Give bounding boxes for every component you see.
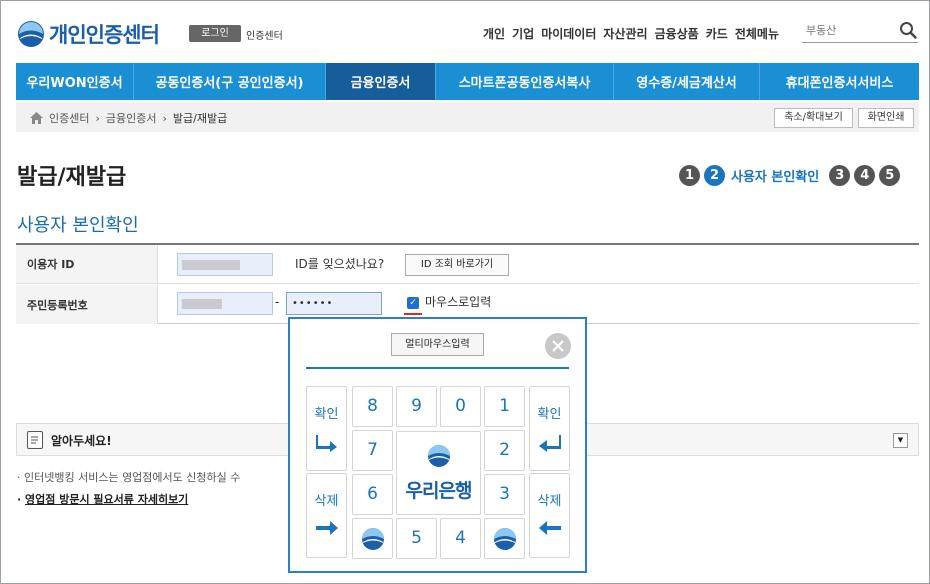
woori-logo-icon — [362, 528, 384, 550]
notice-link[interactable]: · 영업점 방문시 필요서류 자세히보기 — [17, 491, 188, 507]
delete-label: 삭제 — [537, 494, 562, 509]
nav-woori-won[interactable]: 우리WON인증서 — [16, 63, 134, 100]
step-indicator: 1 2 사용자 본인확인 3 4 5 — [679, 165, 901, 186]
search-box — [802, 19, 918, 43]
identity-form: 이용자 ID ID를 잊으셨나요? ID 조회 바로가기 주민등록번호 - ••… — [16, 243, 919, 324]
step-label: 사용자 본인확인 — [731, 170, 820, 185]
confirm-label: 확인 — [314, 407, 339, 422]
expand-toggle-icon[interactable]: ▼ — [893, 433, 908, 448]
enter-arrow-icon — [538, 435, 561, 452]
id-lookup-button[interactable]: ID 조회 바로가기 — [405, 254, 509, 276]
top-menu-mydata[interactable]: 마이데이터 — [541, 25, 596, 42]
rrn-separator: - — [275, 295, 280, 309]
keypad-key[interactable]: 3 — [484, 474, 525, 515]
confirm-key-left[interactable]: 확인 — [306, 386, 347, 471]
top-menu-products[interactable]: 금융상품 — [655, 25, 699, 42]
print-button[interactable]: 화면인쇄 — [858, 108, 914, 128]
required-docs-link[interactable]: 영업점 방문시 필요서류 자세히보기 — [25, 493, 188, 506]
top-menu-card[interactable]: 카드 — [706, 25, 728, 42]
rrn-back-input[interactable]: •••••• — [286, 292, 382, 315]
nav-receipt[interactable]: 영수증/세금계산서 — [614, 63, 760, 100]
document-icon — [27, 431, 43, 449]
step-5: 5 — [879, 165, 901, 186]
user-id-label: 이용자 ID — [16, 245, 158, 283]
keypad-key[interactable]: 5 — [396, 518, 437, 559]
arrow-left-icon — [538, 521, 561, 535]
bank-logo-center: 우리은행 — [396, 431, 481, 515]
nav-joint-cert[interactable]: 공동인증서(구 공인인증서) — [134, 63, 326, 100]
notice-bullet: · 인터넷뱅킹 서비스는 영업점에서도 신청하실 수 — [17, 471, 241, 484]
notice-title: 알아두세요! — [51, 434, 112, 448]
woori-logo[interactable]: 개인인증센터 — [17, 19, 160, 49]
keypad-key[interactable]: 4 — [440, 518, 481, 559]
keypad-key[interactable]: 1 — [484, 386, 525, 427]
top-menu-personal[interactable]: 개인 — [483, 25, 505, 42]
login-button[interactable]: 로그인 — [189, 25, 241, 42]
browser-frame: { "header": { "logo_text": "개인인증센터", "lo… — [0, 0, 930, 584]
woori-logo-icon — [494, 528, 516, 550]
breadcrumb-bar: 인증센터 › 금융인증서 › 발급/재발급 축소/확대보기 화면인쇄 — [16, 102, 919, 132]
breadcrumb-current: 발급/재발급 — [172, 112, 228, 125]
top-menu: 개인 기업 마이데이터 자산관리 금융상품 카드 전체메뉴 — [483, 25, 779, 42]
logo-text: 개인인증센터 — [49, 23, 160, 47]
user-id-input[interactable] — [177, 253, 273, 276]
search-icon[interactable] — [899, 21, 917, 39]
breadcrumb-item[interactable]: 인증센터 — [49, 110, 89, 126]
nav-smartphone-copy[interactable]: 스마트폰공동인증서복사 — [436, 63, 614, 100]
bank-name: 우리은행 — [405, 480, 473, 502]
home-icon[interactable] — [30, 112, 43, 124]
keypad-key[interactable]: 2 — [484, 430, 525, 471]
section-title: 사용자 본인확인 — [17, 215, 139, 236]
woori-logo-icon — [18, 21, 44, 47]
delete-key-right[interactable]: 삭제 — [529, 473, 570, 558]
breadcrumb-item[interactable]: 금융인증서 — [106, 110, 157, 126]
close-icon[interactable] — [545, 333, 571, 359]
arrow-corner-right-icon — [315, 435, 337, 452]
delete-label: 삭제 — [314, 494, 339, 509]
woori-logo-icon — [427, 445, 450, 467]
keypad-key[interactable]: 7 — [352, 430, 393, 471]
masked-value — [182, 260, 240, 270]
center-label: 인증센터 — [246, 31, 283, 42]
breadcrumb: 인증센터 › 금융인증서 › 발급/재발급 — [30, 110, 227, 126]
step-1: 1 — [679, 165, 700, 186]
keypad-key[interactable]: 6 — [352, 474, 393, 515]
keypad-key[interactable]: 0 — [440, 386, 481, 427]
top-menu-business[interactable]: 기업 — [512, 25, 534, 42]
confirm-label: 확인 — [537, 407, 562, 422]
step-3: 3 — [829, 165, 851, 186]
checkbox-highlight — [404, 313, 422, 315]
nav-financial-cert[interactable]: 금융인증서 — [326, 63, 436, 100]
mouse-keypad: 멀티마우스입력 확인 삭제 확인 삭제 8 9 0 1 7 2 6 3 5 4 … — [288, 317, 587, 573]
keypad-key[interactable]: 9 — [396, 386, 437, 427]
search-input[interactable] — [806, 20, 892, 40]
step-2: 2 — [704, 165, 725, 186]
mouse-input-checkbox[interactable]: ✓ — [407, 297, 419, 309]
nav-phone-cert[interactable]: 휴대폰인증서서비스 — [760, 63, 919, 100]
step-4: 4 — [854, 165, 876, 186]
masked-value — [182, 299, 222, 309]
rrn-front-input[interactable] — [177, 292, 273, 315]
rrn-label: 주민등록번호 — [16, 285, 158, 324]
user-id-row: 이용자 ID ID를 잊으셨나요? ID 조회 바로가기 — [16, 245, 919, 284]
zoom-button[interactable]: 축소/확대보기 — [774, 108, 853, 128]
arrow-right-icon — [315, 521, 338, 535]
chevron-right-icon: › — [95, 111, 100, 125]
blank-logo-key[interactable] — [352, 518, 393, 559]
multi-mouse-button[interactable]: 멀티마우스입력 — [391, 333, 484, 356]
blank-logo-key[interactable] — [484, 518, 525, 559]
page-title: 발급/재발급 — [17, 165, 127, 190]
top-menu-all[interactable]: 전체메뉴 — [735, 25, 779, 42]
main-nav: 우리WON인증서 공동인증서(구 공인인증서) 금융인증서 스마트폰공동인증서복… — [16, 63, 919, 100]
delete-key-left[interactable]: 삭제 — [306, 473, 347, 558]
chevron-right-icon: › — [162, 111, 167, 125]
mouse-input-label[interactable]: 마우스로입력 — [425, 293, 491, 310]
keypad-divider — [306, 367, 569, 369]
confirm-key-right[interactable]: 확인 — [529, 386, 570, 471]
keypad-key[interactable]: 8 — [352, 386, 393, 427]
lost-id-text: ID를 잊으셨나요? — [295, 257, 385, 271]
top-menu-asset[interactable]: 자산관리 — [603, 25, 647, 42]
